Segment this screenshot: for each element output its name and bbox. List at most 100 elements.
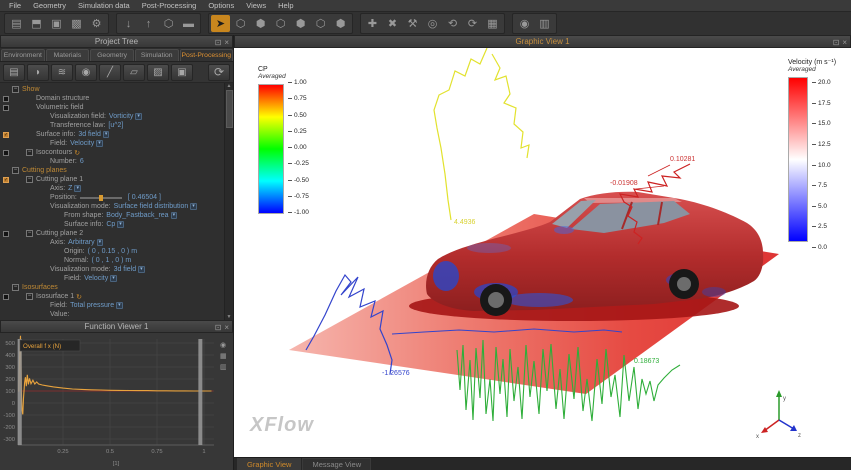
inspect-icon[interactable]: ◎: [423, 15, 442, 32]
checkbox[interactable]: [3, 231, 9, 237]
tree-row-visualization-mode[interactable]: Visualization mode:Surface field distrib…: [0, 202, 233, 211]
collapse-expander-icon[interactable]: −: [26, 293, 33, 300]
menu-views[interactable]: Views: [241, 1, 271, 10]
tree-value[interactable]: 3d field▾: [114, 266, 145, 273]
close-icon[interactable]: ×: [224, 36, 229, 49]
tree-value[interactable]: Cp▾: [106, 221, 123, 228]
refresh-icon[interactable]: ↻: [76, 293, 82, 301]
line-probe-tool-icon[interactable]: ╱: [99, 64, 121, 81]
scrollbar-thumb[interactable]: [226, 90, 233, 128]
collapse-expander-icon[interactable]: −: [12, 86, 19, 93]
menu-simulation-data[interactable]: Simulation data: [73, 1, 135, 10]
function-plot[interactable]: 5004003002001000-100-200-3000.250.50.751…: [0, 333, 233, 470]
tree-row-volumetric-field[interactable]: Volumetric field: [0, 103, 233, 112]
dropdown-arrow-icon[interactable]: ▾: [97, 239, 104, 246]
perspective-view-icon[interactable]: ⬡: [311, 15, 330, 32]
plot-tool-icon-1[interactable]: ◉: [220, 342, 226, 349]
view-tab-graphic-view[interactable]: Graphic View: [237, 458, 301, 470]
tree-row-visualization-mode[interactable]: Visualization mode:3d field▾: [0, 265, 233, 274]
tree-row-field[interactable]: Field:Velocity▾: [0, 139, 233, 148]
fit-view-icon[interactable]: ⬢: [291, 15, 310, 32]
tree-row-normal[interactable]: Normal:( 0 , 1 , 0 ) m: [0, 256, 233, 265]
reset-view-icon[interactable]: ⬢: [331, 15, 350, 32]
tab-post-processing[interactable]: Post-Processing: [180, 49, 234, 61]
menu-options[interactable]: Options: [203, 1, 239, 10]
delete-shape-icon[interactable]: ✖: [383, 15, 402, 32]
tree-scrollbar[interactable]: ▲ ▼: [224, 83, 233, 320]
tree-value[interactable]: Surface field distribution▾: [114, 203, 197, 210]
scroll-up-icon[interactable]: ▲: [227, 83, 232, 89]
range-handle-left[interactable]: [18, 339, 22, 445]
checkbox[interactable]: [3, 150, 9, 156]
tree-value[interactable]: 3d field▾: [78, 131, 109, 138]
collapse-expander-icon[interactable]: −: [26, 230, 33, 237]
plot-tool-icon-2[interactable]: ▦: [220, 353, 227, 360]
collapse-icon[interactable]: ▬: [179, 15, 198, 32]
zoom-view-icon[interactable]: ⬡: [271, 15, 290, 32]
float-window-icon[interactable]: ⊡: [215, 321, 222, 334]
dropdown-arrow-icon[interactable]: ▾: [138, 266, 145, 273]
tree-value[interactable]: Velocity▾: [84, 275, 117, 282]
tree-value[interactable]: Velocity▾: [70, 140, 103, 147]
orbit-view-icon[interactable]: ⬡: [231, 15, 250, 32]
scene-3d[interactable]: y x z: [234, 48, 851, 456]
refresh-tool-icon[interactable]: ⟳: [208, 64, 230, 81]
tree-row-origin[interactable]: Origin:( 0 , 0.15 , 0 ) m: [0, 247, 233, 256]
menu-help[interactable]: Help: [273, 1, 298, 10]
function-viewer-titlebar[interactable]: Function Viewer 1 ⊡×: [0, 320, 233, 333]
points-tool-icon[interactable]: ◉: [75, 64, 97, 81]
tree-row-isocontours[interactable]: −Isocontours↻: [0, 148, 233, 157]
tab-simulation[interactable]: Simulation: [135, 49, 179, 61]
export-icon[interactable]: ↑: [139, 15, 158, 32]
tree-value[interactable]: Body_Fastback_rea▾: [106, 212, 177, 219]
capture-tool-icon[interactable]: ▣: [171, 64, 193, 81]
tree-value[interactable]: Vorticity▾: [109, 113, 142, 120]
function-viewer-icon[interactable]: ▥: [535, 15, 554, 32]
domain-tool-icon[interactable]: ▤: [3, 64, 25, 81]
tab-environment[interactable]: Environment: [1, 49, 45, 61]
open-project-icon[interactable]: ⬒: [27, 15, 46, 32]
save-icon[interactable]: ▣: [47, 15, 66, 32]
plot-tool-icon-3[interactable]: ▥: [220, 364, 227, 371]
dropdown-arrow-icon[interactable]: ▾: [96, 140, 103, 147]
tree-row-axis[interactable]: Axis:Arbitrary▾: [0, 238, 233, 247]
streamlines-tool-icon[interactable]: ≋: [51, 64, 73, 81]
move-shape-icon[interactable]: ✚: [363, 15, 382, 32]
dropdown-arrow-icon[interactable]: ▾: [171, 212, 178, 219]
tree-row-cutting-planes[interactable]: −Cutting planes: [0, 166, 233, 175]
refresh-icon[interactable]: ↻: [74, 149, 80, 157]
cutting-plane-tool-icon[interactable]: ▨: [147, 64, 169, 81]
tree-row-isosurfaces[interactable]: −Isosurfaces: [0, 283, 233, 292]
checkbox[interactable]: [3, 105, 9, 111]
tree-row-cutting-plane-1[interactable]: ✓−Cutting plane 1: [0, 175, 233, 184]
select-cursor-icon[interactable]: ➤: [211, 15, 230, 32]
tree-value[interactable]: Total pressure▾: [70, 302, 122, 309]
dropdown-arrow-icon[interactable]: ▾: [103, 131, 110, 138]
checkbox[interactable]: [3, 96, 9, 102]
tree-row-surface-info[interactable]: ✓Surface info:3d field▾: [0, 130, 233, 139]
tree-row-number[interactable]: Number:6: [0, 157, 233, 166]
tree-row-cutting-plane-2[interactable]: −Cutting plane 2: [0, 229, 233, 238]
tree-row-from-shape[interactable]: From shape:Body_Fastback_rea▾: [0, 211, 233, 220]
dropdown-arrow-icon[interactable]: ▾: [135, 113, 142, 120]
tree-row-show[interactable]: −Show: [0, 85, 233, 94]
tools-wrench-icon[interactable]: ⚒: [403, 15, 422, 32]
tree-row-position[interactable]: Position:[ 0.46504 ]: [0, 193, 233, 202]
tree-row-value[interactable]: Value:: [0, 310, 233, 319]
project-tree-titlebar[interactable]: Project Tree ⊡×: [0, 35, 233, 48]
tree-value[interactable]: Arbitrary▾: [68, 239, 103, 246]
tree-row-field[interactable]: Field:Total pressure▾: [0, 301, 233, 310]
checkbox[interactable]: [3, 294, 9, 300]
dropdown-arrow-icon[interactable]: ▾: [116, 302, 123, 309]
menu-post-processing[interactable]: Post-Processing: [137, 1, 202, 10]
tree-value[interactable]: Z▾: [68, 185, 81, 192]
tree-row-transference-law[interactable]: Transference law:[u^2]: [0, 121, 233, 130]
checkbox[interactable]: ✓: [3, 177, 9, 183]
collapse-expander-icon[interactable]: −: [26, 149, 33, 156]
import-icon[interactable]: ↓: [119, 15, 138, 32]
dropdown-arrow-icon[interactable]: ▾: [110, 275, 117, 282]
tree-row-field[interactable]: Field:Velocity▾: [0, 274, 233, 283]
tree-row-visualization-field[interactable]: Visualization field:Vorticity▾: [0, 112, 233, 121]
graphic-view-canvas[interactable]: y x z CP Averaged 1.000.750.500.250.00-0…: [234, 48, 851, 457]
range-handle-right[interactable]: [198, 339, 202, 445]
